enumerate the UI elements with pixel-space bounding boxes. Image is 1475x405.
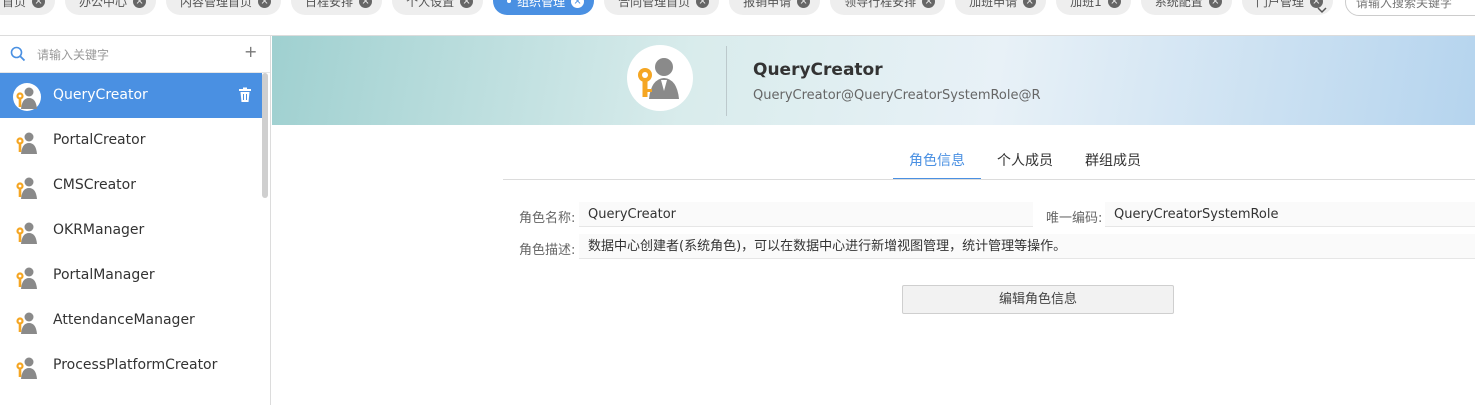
top-tab-label: 报销申请 [743, 0, 792, 9]
role-sidebar: 请输入关键字 + QueryCreator PortalCreator CMSC… [0, 36, 271, 405]
top-tab[interactable]: 首页 × [0, 0, 56, 15]
top-tab[interactable]: 系统配置 × [1140, 0, 1232, 15]
top-tab[interactable]: 办公中心 × [65, 0, 157, 15]
close-tab-icon[interactable]: × [696, 0, 710, 8]
role-list-item-label: QueryCreator [53, 87, 148, 103]
detail-tab[interactable]: 角色信息 [893, 150, 981, 180]
close-tab-icon[interactable]: × [460, 0, 474, 8]
role-list-item[interactable]: ProcessPlatformCreator [0, 343, 262, 388]
sidebar-search-bar[interactable]: 请输入关键字 + [0, 36, 270, 73]
top-tab-bar: 首页 × 办公中心 × 内容管理首页 × 日程安排 × 个人设置 × 组织管理 × 合同管理首页 × 报销申… [0, 0, 1475, 36]
top-tab-label: 门户管理 [1255, 0, 1304, 9]
sidebar-scrollbar[interactable] [262, 73, 268, 198]
top-tab-label: 加班申请 [969, 0, 1018, 9]
tab-strip: 首页 × 办公中心 × 内容管理首页 × 日程安排 × 个人设置 × 组织管理 × 合同管理首页 × 报销申… [0, 0, 1333, 15]
chevron-down-icon[interactable] [1312, 2, 1332, 22]
role-list-item-label: CMSCreator [53, 177, 136, 193]
role-list-item[interactable]: PortalCreator [0, 118, 262, 163]
role-avatar-icon [13, 173, 41, 201]
role-description-value: 数据中心创建者(系统角色)，可以在数据中心进行新增视图管理，统计管理等操作。 [579, 234, 1475, 259]
role-list-item[interactable]: AttendanceManager [0, 298, 262, 343]
banner-divider [726, 46, 727, 116]
role-list: QueryCreator PortalCreator CMSCreator OK… [0, 73, 262, 388]
role-description-label: 角色描述: [519, 243, 576, 258]
top-tab[interactable]: 报销申请 × [729, 0, 821, 15]
sidebar-search-input[interactable]: 请输入关键字 [37, 46, 109, 63]
top-tab-label: 首页 [2, 0, 27, 9]
top-tab[interactable]: 合同管理首页 × [604, 0, 720, 15]
close-tab-icon[interactable]: × [571, 0, 585, 8]
role-list-item[interactable]: OKRManager [0, 208, 262, 253]
role-avatar-icon [13, 128, 41, 156]
role-name-label: 角色名称: [519, 211, 576, 226]
top-tab-label: 组织管理 [517, 0, 566, 9]
role-code-value: QueryCreatorSystemRole [1105, 202, 1475, 227]
role-header-banner: QueryCreator QueryCreator@QueryCreatorSy… [272, 36, 1475, 125]
role-title: QueryCreator [753, 60, 883, 80]
top-tab[interactable]: 日程安排 × [291, 0, 383, 15]
role-distinguished-name: QueryCreator@QueryCreatorSystemRole@R [753, 88, 1041, 103]
role-list-item[interactable]: QueryCreator [0, 73, 262, 118]
role-list-item-label: PortalCreator [53, 132, 146, 148]
role-avatar-icon [13, 263, 41, 291]
role-list-item[interactable]: CMSCreator [0, 163, 262, 208]
role-avatar-icon [13, 353, 41, 381]
top-tab-label: 加班1 [1070, 0, 1102, 9]
top-tab-label: 系统配置 [1154, 0, 1203, 9]
role-list-item[interactable]: PortalManager [0, 253, 262, 298]
role-avatar [627, 45, 693, 111]
detail-tabs: 角色信息 个人成员 群组成员 [893, 150, 1157, 180]
close-tab-icon[interactable]: × [133, 0, 147, 8]
close-tab-icon[interactable]: × [258, 0, 272, 8]
role-avatar-icon [13, 83, 41, 111]
top-tab[interactable]: 个人设置 × [392, 0, 484, 15]
top-tab[interactable]: 加班申请 × [955, 0, 1047, 15]
close-tab-icon[interactable]: × [797, 0, 811, 8]
top-tab-label: 个人设置 [406, 0, 455, 9]
add-icon[interactable]: + [244, 42, 257, 61]
detail-tab[interactable]: 群组成员 [1069, 150, 1157, 178]
close-tab-icon[interactable]: × [922, 0, 936, 8]
top-tab-label: 领导行程安排 [844, 0, 917, 9]
top-tab[interactable]: 领导行程安排 × [830, 0, 946, 15]
role-list-item-label: PortalManager [53, 267, 155, 283]
close-tab-icon[interactable]: × [32, 0, 46, 8]
trash-icon[interactable] [238, 87, 252, 103]
active-dot-icon [507, 0, 512, 3]
role-list-item-label: ProcessPlatformCreator [53, 357, 218, 373]
search-icon [10, 46, 26, 62]
role-name-value: QueryCreator [579, 202, 1033, 227]
role-code-label: 唯一编码: [1046, 211, 1103, 226]
close-tab-icon[interactable]: × [1208, 0, 1222, 8]
role-avatar-icon [13, 218, 41, 246]
tabs-divider [503, 179, 1475, 180]
global-search-input[interactable]: 请输入搜索关键字 [1345, 0, 1475, 16]
edit-role-button[interactable]: 编辑角色信息 [902, 285, 1174, 314]
close-tab-icon[interactable]: × [1107, 0, 1121, 8]
top-tab[interactable]: 组织管理 × [493, 0, 595, 15]
top-tab[interactable]: 内容管理首页 × [166, 0, 282, 15]
top-tab-label: 日程安排 [305, 0, 354, 9]
close-tab-icon[interactable]: × [359, 0, 373, 8]
top-tab-label: 合同管理首页 [618, 0, 691, 9]
role-avatar-icon [13, 308, 41, 336]
top-tab-label: 内容管理首页 [180, 0, 253, 9]
close-tab-icon[interactable]: × [1023, 0, 1037, 8]
role-list-item-label: AttendanceManager [53, 312, 195, 328]
role-list-item-label: OKRManager [53, 222, 145, 238]
top-tab-label: 办公中心 [79, 0, 128, 9]
top-tab[interactable]: 加班1 × [1056, 0, 1131, 15]
detail-tab[interactable]: 个人成员 [981, 150, 1069, 178]
